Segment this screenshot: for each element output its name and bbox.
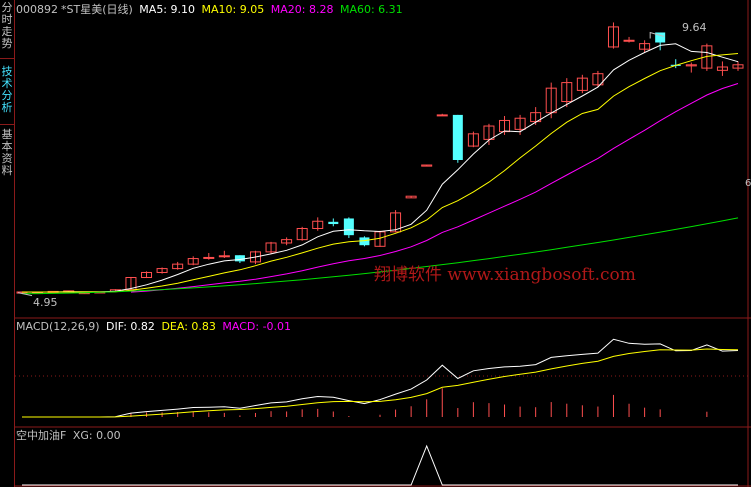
dif-line [22, 338, 739, 418]
candle-body [328, 221, 339, 225]
candle-body [452, 114, 463, 160]
right-axis-label: 6 [745, 178, 751, 189]
xg-readout: XG: 0.00 [72, 429, 121, 442]
macd-title: MACD(12,26,9) [16, 320, 100, 333]
ma10-line [22, 53, 739, 293]
ma5-readout: MA5: 9.10 [139, 3, 196, 16]
macd-readout: MACD: -0.01 [222, 320, 292, 333]
candle-body [234, 255, 245, 262]
macd-panel-header: MACD(12,26,9) DIF: 0.82 DEA: 0.83 MACD: … [16, 320, 294, 333]
candle-body [218, 255, 230, 258]
xg-title: 空中加油F [16, 429, 67, 442]
candle-body [203, 256, 215, 259]
main-panel-header: 000892 *ST星美(日线) MA5: 9.10 MA10: 9.05 MA2… [16, 3, 406, 16]
candle-body [623, 39, 635, 42]
stock-chart-window: 分时走势 技术分析 基本资料 000892 *ST星美(日线) MA5: 9.10… [0, 0, 751, 487]
stock-name: *ST星美(日线) [61, 3, 133, 16]
stock-code: 000892 [16, 3, 58, 16]
ma60-readout: MA60: 6.31 [339, 3, 403, 16]
watermark: 翔博软件 www.xiangbosoft.com [374, 265, 636, 285]
candle-body [343, 218, 354, 236]
dif-readout: DIF: 0.82 [106, 320, 155, 333]
ma5-line [21, 43, 739, 293]
chart-canvas[interactable] [0, 0, 751, 487]
xg-signal-line [22, 444, 738, 486]
ma20-readout: MA20: 8.28 [270, 3, 334, 16]
xg-panel-header: 空中加油F XG: 0.00 [16, 429, 124, 442]
high-price-label: 9.64 [682, 21, 707, 34]
dea-line [22, 348, 739, 418]
ma10-readout: MA10: 9.05 [201, 3, 265, 16]
low-price-label: 4.95 [33, 296, 58, 309]
dea-readout: DEA: 0.83 [161, 320, 216, 333]
candle-body [436, 114, 448, 117]
